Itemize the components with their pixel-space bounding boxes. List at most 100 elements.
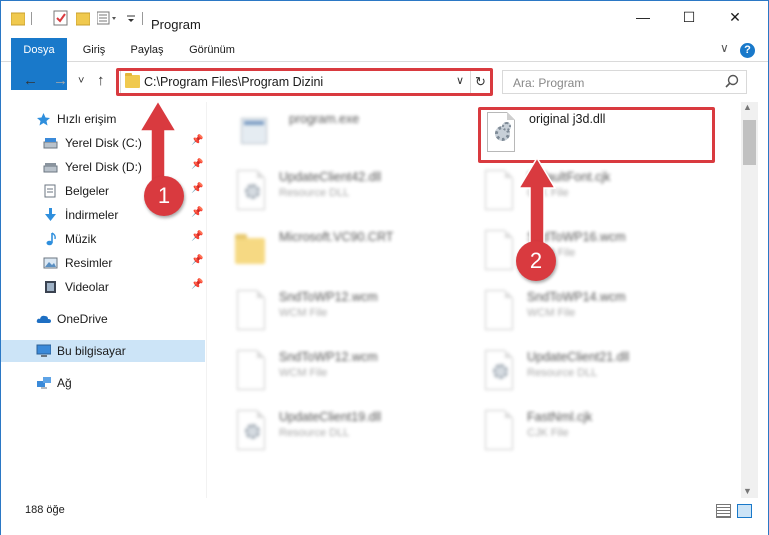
scroll-down-icon[interactable]: ▼ [743, 486, 752, 496]
documents-icon [44, 184, 56, 198]
sidebar-item-onedrive[interactable]: OneDrive [1, 308, 205, 330]
drive-icon [43, 163, 58, 173]
step-badge: 1 [144, 176, 184, 216]
sidebar-item-label: Hızlı erişim [57, 112, 117, 126]
file-icon [481, 410, 515, 454]
item-count: 188 öğe [25, 504, 65, 516]
pin-icon[interactable]: 📌 [191, 183, 203, 194]
new-folder-icon[interactable] [76, 10, 90, 26]
file-icon [481, 230, 515, 274]
recent-locations-button[interactable]: ˅ [78, 75, 84, 87]
dll-file-icon [233, 170, 267, 214]
divider [142, 12, 143, 25]
pin-icon[interactable]: 📌 [191, 279, 203, 290]
file-name: UpdateClient21.dll [527, 350, 630, 364]
step-badge: 2 [516, 241, 556, 281]
maximize-button[interactable]: ☐ [666, 1, 712, 33]
title-bar: Program — ☐ ✕ [1, 1, 768, 35]
sidebar-item-this-pc[interactable]: Bu bilgisayar [1, 340, 205, 362]
status-bar: 188 öğe [1, 499, 768, 535]
file-icon [233, 350, 267, 394]
computer-icon [36, 344, 51, 357]
search-icon[interactable] [725, 74, 739, 88]
sidebar-item-label: Yerel Disk (D:) [65, 160, 142, 174]
address-highlight [116, 68, 493, 96]
large-icons-view-icon[interactable] [737, 504, 752, 518]
forward-button[interactable]: → [53, 72, 68, 89]
sidebar-item-label: Müzik [65, 232, 97, 246]
expand-ribbon-icon[interactable]: ∨ [720, 41, 729, 55]
cloud-icon [36, 315, 51, 323]
dll-file-icon [481, 350, 515, 394]
back-button[interactable]: ← [23, 72, 38, 89]
file-item[interactable]: UpdateClient19.dll Resource DLL [233, 408, 473, 460]
sidebar-item-music[interactable]: Müzik 📌 [1, 228, 205, 250]
scrollbar[interactable]: ▲ ▼ [741, 102, 758, 498]
file-item[interactable]: program.exe [235, 110, 475, 162]
pin-icon[interactable]: 📌 [191, 135, 203, 146]
sidebar-item-label: Belgeler [65, 184, 110, 198]
folder-icon[interactable] [11, 10, 25, 26]
sidebar-item-label: Bu bilgisayar [57, 344, 126, 358]
help-icon[interactable]: ? [740, 43, 755, 58]
file-name: FastNml.cjk [527, 410, 593, 424]
file-type: CJK File [527, 427, 569, 439]
file-name: UpdateClient42.dll [279, 170, 382, 184]
divider [31, 12, 32, 25]
file-icon [481, 170, 515, 214]
address-row: ← → ˅ ↑ C:\Program Files\Program Dizini … [1, 63, 768, 101]
file-name: SndToWP14.wcm [527, 290, 626, 304]
file-name: program.exe [289, 112, 360, 126]
drive-icon [43, 138, 58, 149]
file-item[interactable]: SndToWP14.wcm WCM File [481, 288, 721, 340]
search-placeholder: Ara: Program [513, 76, 585, 90]
file-icon [233, 290, 267, 334]
details-view-icon[interactable] [716, 504, 731, 518]
sidebar-item-label: İndirmeler [65, 208, 119, 222]
pin-icon[interactable]: 📌 [191, 231, 203, 242]
file-type: WCM File [279, 367, 328, 379]
minimize-button[interactable]: — [620, 1, 666, 33]
customize-toolbar-icon[interactable] [97, 10, 119, 26]
scroll-thumb[interactable] [743, 120, 756, 165]
ribbon-tabs: Dosya Giriş Paylaş Görünüm ∨ ? [1, 35, 768, 90]
file-icon [481, 290, 515, 334]
file-item[interactable]: Microsoft.VC90.CRT [233, 228, 473, 280]
pin-icon[interactable]: 📌 [191, 255, 203, 266]
close-button[interactable]: ✕ [712, 1, 758, 33]
pictures-icon [43, 257, 58, 269]
sidebar-item-pictures[interactable]: Resimler 📌 [1, 252, 205, 274]
chevron-down-icon[interactable] [126, 10, 136, 26]
tab-share[interactable]: Paylaş [125, 38, 169, 62]
scroll-up-icon[interactable]: ▲ [743, 102, 752, 112]
sidebar-item-label: OneDrive [57, 312, 108, 326]
network-icon [37, 377, 51, 389]
file-type: Resource DLL [279, 427, 350, 439]
tab-view[interactable]: Görünüm [184, 38, 240, 62]
sidebar-item-network[interactable]: Ağ [1, 372, 205, 394]
up-button[interactable]: ↑ [97, 72, 105, 89]
properties-icon[interactable] [53, 10, 69, 26]
music-icon [46, 232, 56, 246]
pin-icon[interactable]: 📌 [191, 159, 203, 170]
videos-icon [45, 281, 56, 293]
sidebar-item-label: Ağ [57, 376, 72, 390]
pin-icon[interactable]: 📌 [191, 207, 203, 218]
file-type: Resource DLL [527, 367, 598, 379]
sidebar-item-label: Videolar [65, 280, 109, 294]
file-explorer-window: Program — ☐ ✕ Dosya Giriş Paylaş Görünüm… [0, 0, 769, 535]
search-input[interactable]: Ara: Program [502, 70, 747, 94]
tab-home[interactable]: Giriş [77, 38, 111, 62]
window-title: Program [151, 17, 201, 32]
file-type: WCM File [279, 307, 328, 319]
dll-file-icon [233, 410, 267, 454]
file-item[interactable]: UpdateClient21.dll Resource DLL [481, 348, 721, 400]
downloads-icon [45, 208, 56, 221]
file-item[interactable]: FastNml.cjk CJK File [481, 408, 721, 460]
file-item[interactable]: SndToWP12.wcm WCM File [233, 288, 473, 340]
file-item[interactable]: SndToWP12.wcm WCM File [233, 348, 473, 400]
file-item[interactable]: UpdateClient42.dll Resource DLL [233, 168, 473, 220]
sidebar-item-label: Yerel Disk (C:) [65, 136, 142, 150]
sidebar-item-videos[interactable]: Videolar 📌 [1, 276, 205, 298]
file-name: UpdateClient19.dll [279, 410, 382, 424]
